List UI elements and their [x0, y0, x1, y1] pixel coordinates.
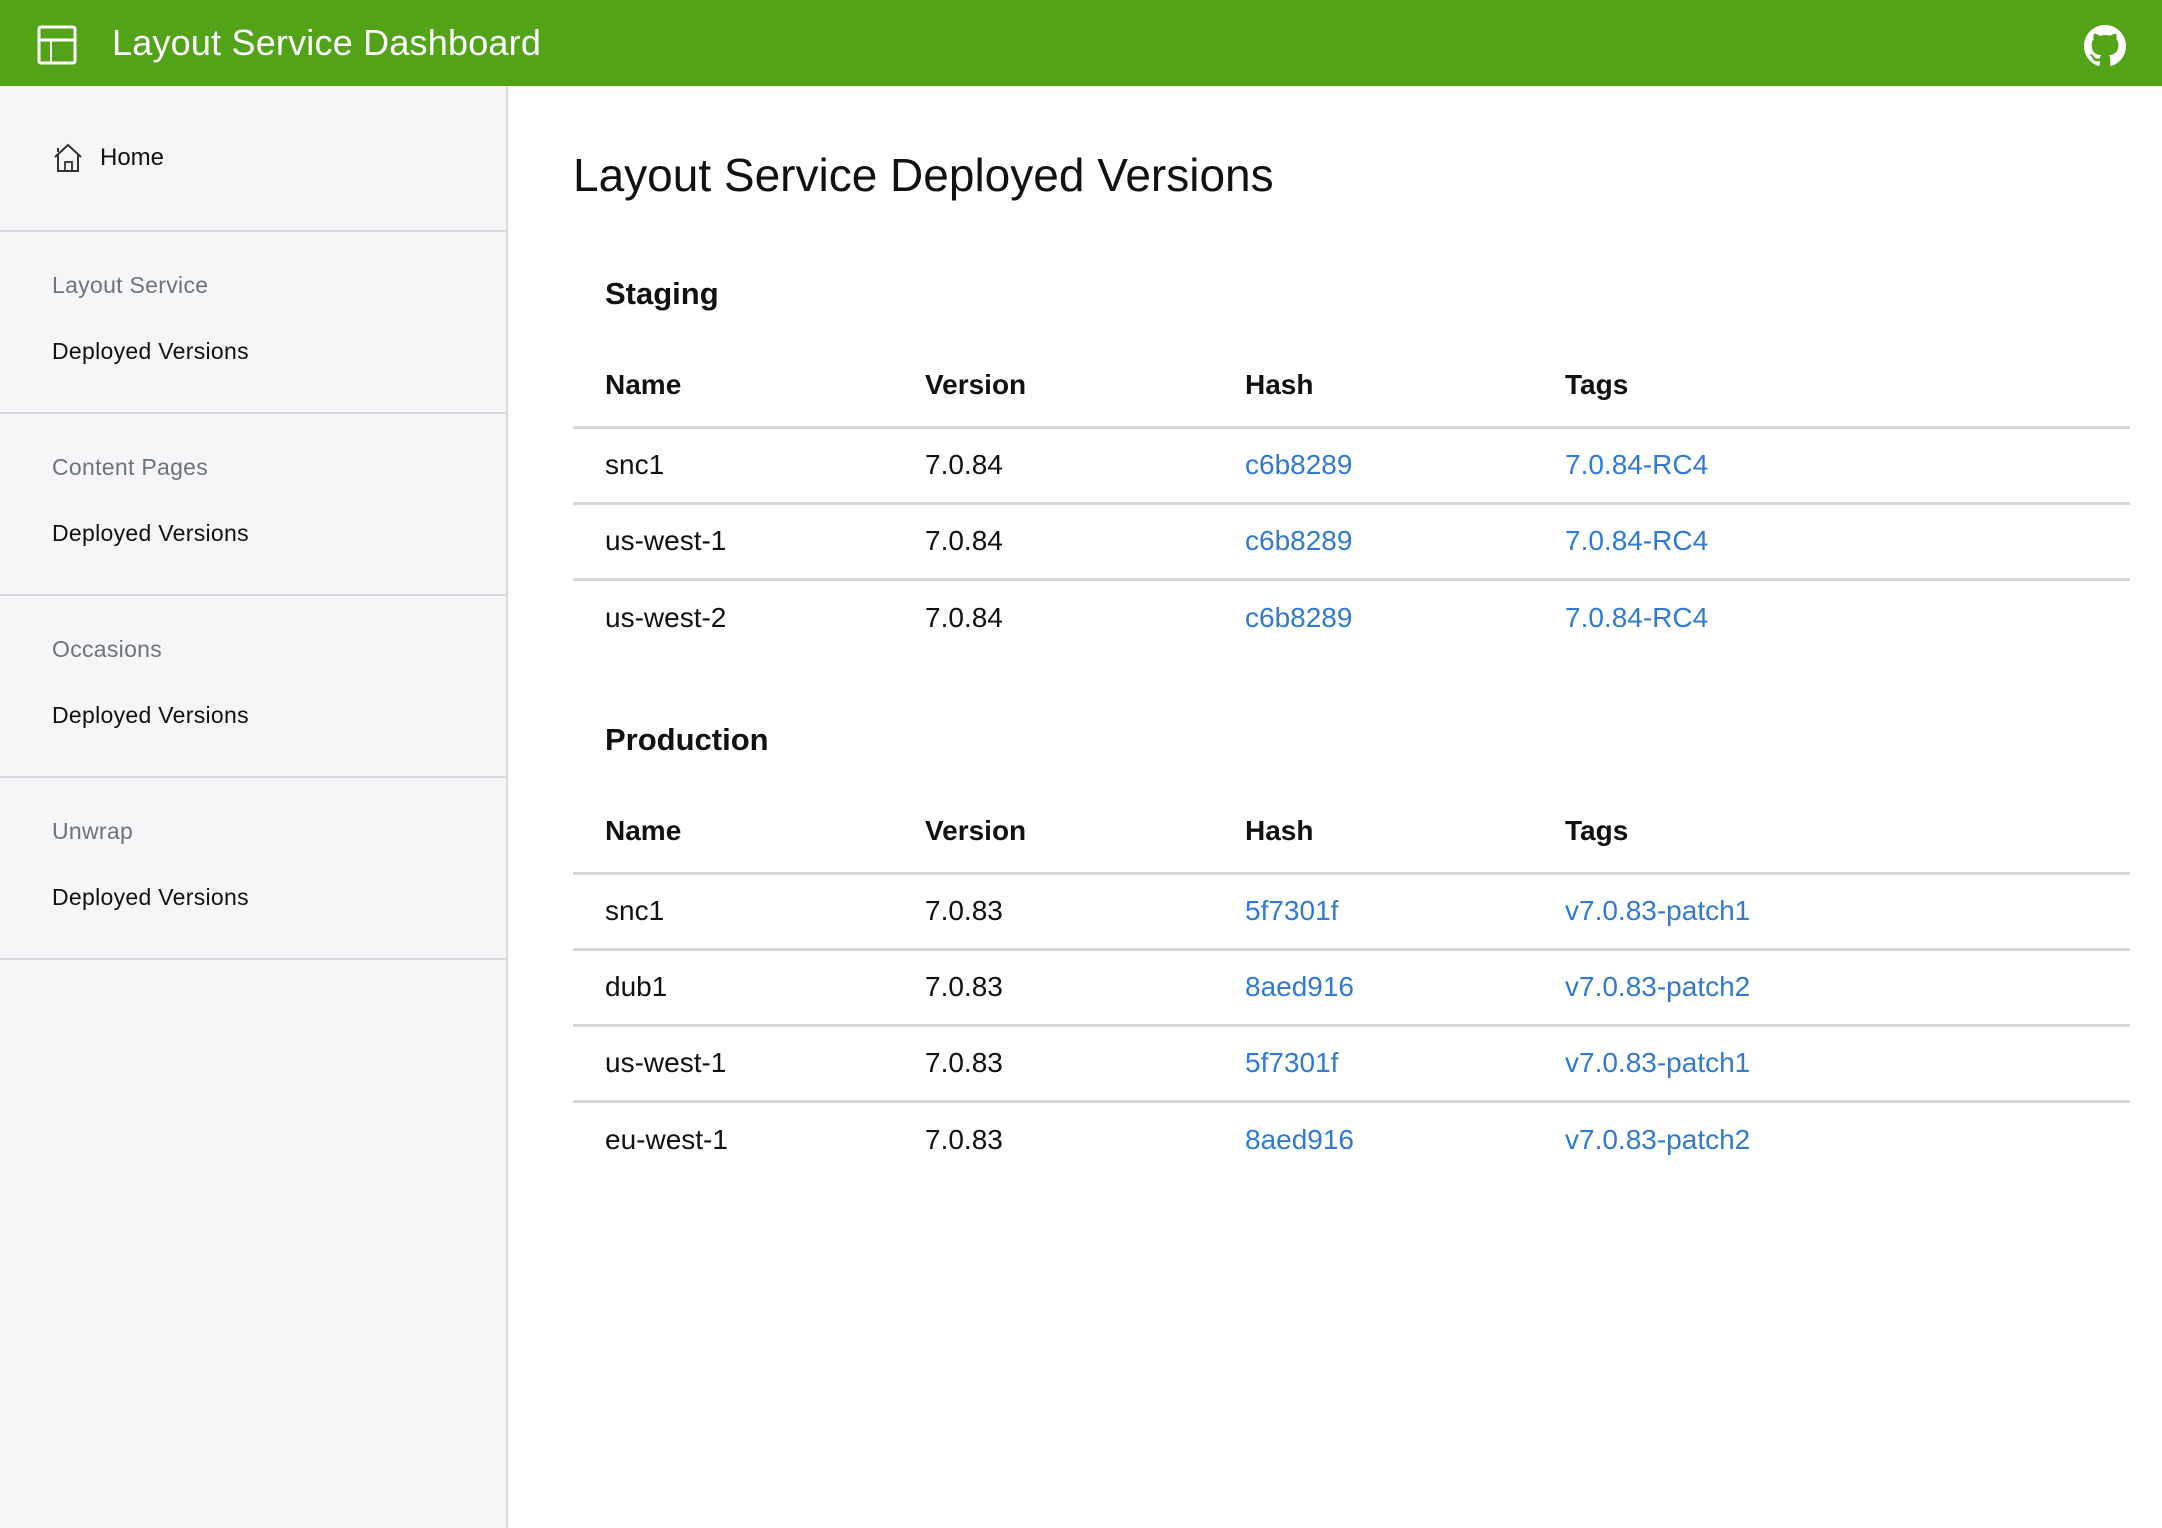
hash-link[interactable]: c6b8289: [1245, 525, 1352, 556]
tag-link[interactable]: v7.0.83-patch1: [1565, 895, 1750, 926]
cell-version: 7.0.83: [893, 1025, 1213, 1103]
top-app-bar: Layout Service Dashboard: [0, 0, 2162, 86]
cell-version: 7.0.83: [925, 1123, 1003, 1155]
column-header-hash: Hash: [1213, 807, 1533, 875]
github-icon[interactable]: [2084, 25, 2126, 67]
hash-link[interactable]: 8aed916: [1245, 1124, 1354, 1155]
sidebar-category: Layout Service: [52, 272, 209, 298]
column-header-tags: Tags: [1533, 361, 2130, 429]
hash-link[interactable]: 8aed916: [1245, 971, 1354, 1002]
table-row: eu-west-1 7.0.83 8aed916 v7.0.83-patch2: [573, 1101, 2130, 1177]
cell-name: us-west-1: [573, 1025, 893, 1103]
cell-name: us-west-2: [605, 601, 727, 633]
table-row: dub1 7.0.83 8aed916 v7.0.83-patch2: [573, 949, 2130, 1027]
column-header-name: Name: [573, 361, 893, 429]
column-header-version: Version: [893, 807, 1213, 875]
staging-table: Name Version Hash Tags snc1 7.0.84 c6b82…: [573, 361, 2130, 655]
sidebar-category: Content Pages: [52, 454, 209, 480]
cell-name: snc1: [573, 873, 893, 951]
column-header-tags: Tags: [1533, 807, 2130, 875]
table-header-row: Name Version Hash Tags: [573, 361, 2130, 429]
table-row: snc1 7.0.83 5f7301f v7.0.83-patch1: [573, 873, 2130, 951]
production-table: Name Version Hash Tags snc1 7.0.83 5f730…: [573, 807, 2130, 1177]
sidebar-section-content-pages: Content Pages Deployed Versions: [0, 414, 506, 596]
tag-link[interactable]: 7.0.84-RC4: [1565, 525, 1708, 556]
hash-link[interactable]: c6b8289: [1245, 602, 1352, 633]
sidebar-item-content-pages-deployed-versions[interactable]: Deployed Versions: [52, 520, 249, 547]
staging-title: Staging: [605, 276, 719, 311]
cell-version: 7.0.83: [893, 873, 1213, 951]
table-header-row: Name Version Hash Tags: [573, 807, 2130, 875]
home-icon: [54, 143, 82, 172]
table-row: us-west-2 7.0.84 c6b8289 7.0.84-RC4: [573, 579, 2130, 655]
production-title: Production: [605, 722, 769, 757]
cell-version: 7.0.83: [893, 949, 1213, 1027]
sidebar-item-unwrap-deployed-versions[interactable]: Deployed Versions: [52, 884, 249, 911]
cell-version: 7.0.84: [893, 503, 1213, 581]
main-content: Layout Service Deployed Versions Staging…: [510, 86, 2162, 1528]
sidebar-section-unwrap: Unwrap Deployed Versions: [0, 778, 506, 960]
column-header-version: Version: [893, 361, 1213, 429]
cell-name: dub1: [573, 949, 893, 1027]
sidebar-home-label: Home: [100, 144, 165, 171]
layout-icon[interactable]: [37, 25, 77, 65]
cell-version: 7.0.84: [925, 601, 1003, 633]
cell-name: us-west-1: [573, 503, 893, 581]
tag-link[interactable]: v7.0.83-patch2: [1565, 1124, 1750, 1155]
page-title: Layout Service Deployed Versions: [573, 149, 1274, 201]
hash-link[interactable]: 5f7301f: [1245, 1047, 1338, 1078]
hash-link[interactable]: 5f7301f: [1245, 895, 1338, 926]
table-row: us-west-1 7.0.83 5f7301f v7.0.83-patch1: [573, 1025, 2130, 1103]
table-row: snc1 7.0.84 c6b8289 7.0.84-RC4: [573, 427, 2130, 505]
app-title: Layout Service Dashboard: [112, 22, 542, 63]
tag-link[interactable]: 7.0.84-RC4: [1565, 449, 1708, 480]
cell-name: eu-west-1: [605, 1123, 728, 1155]
column-header-hash: Hash: [1213, 361, 1533, 429]
sidebar-category: Occasions: [52, 636, 163, 662]
cell-version: 7.0.84: [893, 427, 1213, 505]
cell-name: snc1: [573, 427, 893, 505]
tag-link[interactable]: v7.0.83-patch1: [1565, 1047, 1750, 1078]
tag-link[interactable]: 7.0.84-RC4: [1565, 602, 1708, 633]
sidebar-section-layout-service: Layout Service Deployed Versions: [0, 232, 506, 414]
column-header-name: Name: [573, 807, 893, 875]
tag-link[interactable]: v7.0.83-patch2: [1565, 971, 1750, 1002]
sidebar-section-occasions: Occasions Deployed Versions: [0, 596, 506, 778]
table-row: us-west-1 7.0.84 c6b8289 7.0.84-RC4: [573, 503, 2130, 581]
sidebar-item-home[interactable]: Home: [0, 86, 506, 232]
sidebar-category: Unwrap: [52, 818, 134, 844]
sidebar: Home Layout Service Deployed Versions Co…: [0, 86, 508, 1528]
sidebar-item-occasions-deployed-versions[interactable]: Deployed Versions: [52, 702, 249, 729]
hash-link[interactable]: c6b8289: [1245, 449, 1352, 480]
sidebar-item-layout-service-deployed-versions[interactable]: Deployed Versions: [52, 338, 249, 365]
